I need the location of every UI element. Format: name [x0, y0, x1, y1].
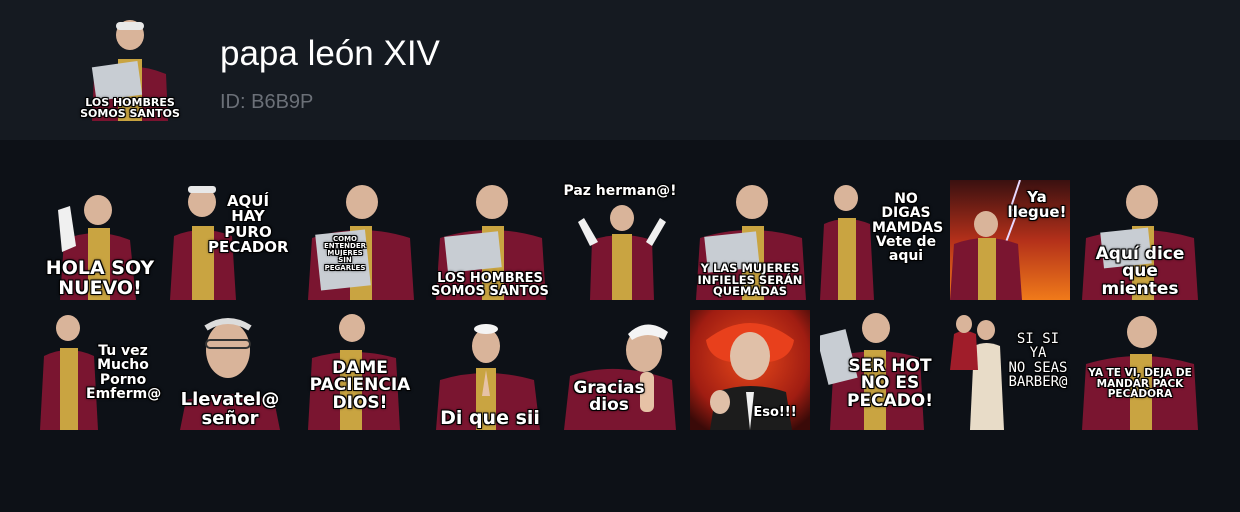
sticker-caption: LOS HOMBRES SOMOS SANTOS — [431, 270, 549, 299]
sticker-6[interactable]: Y LAS MUJERES INFIELES SERÁN QUEMADAS — [690, 180, 810, 300]
sticker-caption: YA TE VI, DEJA DE MANDAR PACK PECADORA — [1088, 367, 1192, 401]
sticker-18[interactable]: YA TE VI, DEJA DE MANDAR PACK PECADORA — [1080, 310, 1200, 430]
sticker-9[interactable]: Aquí dice que mientes — [1080, 180, 1200, 300]
sticker-caption: Ya llegue! — [1007, 188, 1067, 222]
pack-cover-image[interactable]: LOS HOMBRES SOMOS SANTOS — [80, 19, 180, 121]
sticker-7[interactable]: NO DIGAS MAMDAS Vete de aqui — [820, 180, 944, 300]
page-title: papa león XIV — [220, 34, 440, 73]
sticker-14[interactable]: Gracias dios — [560, 310, 680, 430]
sticker-caption: NO DIGAS MAMDAS Vete de aqui — [872, 191, 944, 265]
sticker-caption: Paz herman@! — [563, 183, 677, 199]
sticker-4[interactable]: LOS HOMBRES SOMOS SANTOS — [430, 180, 550, 300]
sticker-caption: DAME PACIENCIA DIOS! — [309, 358, 411, 413]
cover-caption: LOS HOMBRES SOMOS SANTOS — [80, 95, 180, 120]
sticker-15[interactable]: Eso!!! — [690, 310, 810, 430]
sticker-caption: Y LAS MUJERES INFIELES SERÁN QUEMADAS — [697, 260, 803, 299]
sticker-1[interactable]: HOLA SOY NUEVO! — [40, 180, 160, 300]
sticker-13[interactable]: Di que sii — [430, 310, 550, 430]
pack-id-label: ID: B6B9P — [220, 91, 314, 113]
sticker-caption: Eso!!! — [753, 405, 797, 420]
sticker-caption: Gracias dios — [573, 378, 645, 416]
sticker-17[interactable]: SI SI YA NO SEAS BARBER@ — [950, 310, 1070, 430]
sticker-caption: Aquí dice que mientes — [1095, 244, 1185, 299]
sticker-12[interactable]: DAME PACIENCIA DIOS! — [300, 310, 420, 430]
sticker-11[interactable]: Llevatel@ señor — [170, 310, 290, 430]
sticker-caption: SI SI YA NO SEAS BARBER@ — [1008, 331, 1068, 390]
pack-header: LOS HOMBRES SOMOS SANTOS papa león XIV I… — [0, 0, 1240, 140]
sticker-caption: HOLA SOY NUEVO! — [45, 257, 155, 299]
sticker-8[interactable]: Ya llegue! — [950, 180, 1070, 300]
sticker-5[interactable]: Paz herman@! — [560, 180, 680, 300]
sticker-16[interactable]: SER HOT NO ES PECADO! — [820, 310, 940, 430]
sticker-caption: Llevatel@ señor — [180, 389, 280, 429]
sticker-caption: AQUÍ HAY PURO PECADOR — [208, 192, 289, 256]
sticker-caption: COMO ENTENDER MUJERES SIN PEGARLES — [323, 235, 367, 272]
sticker-3[interactable]: COMO ENTENDER MUJERES SIN PEGARLES — [300, 180, 420, 300]
sticker-10[interactable]: Tu vez Mucho Porno Emferm@ — [40, 310, 162, 430]
sticker-2[interactable]: AQUÍ HAY PURO PECADOR — [170, 180, 290, 300]
sticker-caption: SER HOT NO ES PECADO! — [846, 356, 934, 411]
sticker-caption: Di que sii — [440, 406, 540, 429]
sticker-caption: Tu vez Mucho Porno Emferm@ — [86, 343, 162, 402]
